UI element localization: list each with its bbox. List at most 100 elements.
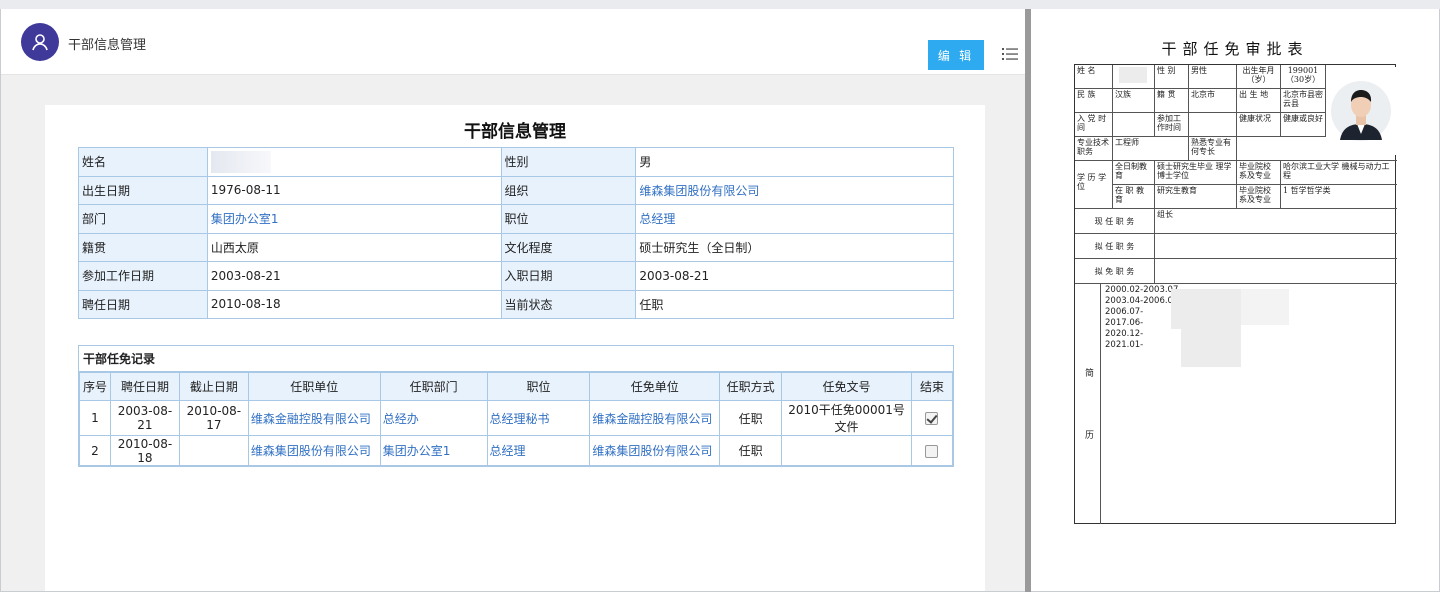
form-label: 性 别 — [1155, 65, 1189, 89]
form-label: 毕业院校系及专业 — [1237, 161, 1281, 185]
form-label: 全日制教育 — [1113, 161, 1155, 185]
approval-preview-panel: 干部任免审批表 姓 名 性 别 男性 出生年月（岁） 199001（30岁） 民… — [1031, 9, 1439, 591]
field-label: 性别 — [500, 147, 637, 177]
form-value: 北京市 — [1189, 89, 1237, 113]
field-value: 2003-08-21 — [206, 261, 502, 291]
dept-link[interactable]: 集团办公室1 — [206, 204, 502, 234]
form-label: 毕业院校系及专业 — [1237, 185, 1281, 209]
field-value: 男 — [635, 147, 954, 177]
field-label: 姓名 — [78, 147, 208, 177]
form-value: 硕士研究生毕业 理学博士学位 — [1155, 161, 1237, 185]
form-label: 拟 任 职 务 — [1075, 234, 1155, 259]
resume-dates: 2000.02-2003.07 2003.04-2006.06 2006.07-… — [1105, 285, 1178, 351]
table-row: 部门 集团办公室1 职位 总经理 — [78, 204, 954, 234]
table-row: 聘任日期 2010-08-18 当前状态 任职 — [78, 289, 954, 319]
field-value: 任职 — [635, 289, 954, 319]
field-label: 入职日期 — [500, 261, 637, 291]
list-menu-icon[interactable] — [1002, 47, 1018, 61]
form-label: 民 族 — [1075, 89, 1113, 113]
unit-link[interactable]: 维森集团股份有限公司 — [247, 435, 381, 466]
form-value — [1155, 259, 1397, 284]
column-header: 截止日期 — [178, 372, 249, 401]
ended-checkbox[interactable] — [925, 412, 939, 425]
table-row: 籍贯 山西太原 文化程度 硕士研究生（全日制） — [78, 232, 954, 262]
info-card: 干部信息管理 姓名 性别 男 出生日期 1976-08-11 组织 维森集团股份… — [45, 105, 985, 591]
post-link[interactable]: 总经理 — [486, 435, 591, 466]
appointment-records: 干部任免记录 序号 聘任日期 截止日期 任职单位 任职部门 职位 任免单位 任职… — [78, 345, 954, 467]
form-label: 出 生 地 — [1237, 89, 1281, 113]
records-title: 干部任免记录 — [79, 346, 953, 372]
column-header: 任职部门 — [379, 372, 488, 401]
unit-link[interactable]: 维森金融控股有限公司 — [247, 400, 381, 436]
resume-label-cell: 简 历 — [1075, 284, 1101, 524]
resume-line: 2000.02-2003.07 — [1105, 285, 1179, 295]
form-value — [1113, 113, 1155, 137]
field-label: 当前状态 — [500, 289, 637, 319]
resume-line: 2020.12- — [1105, 329, 1144, 339]
row-number: 2 — [79, 435, 111, 466]
position-link[interactable]: 总经理 — [635, 204, 954, 234]
form-label: 简 — [1085, 369, 1095, 379]
avatar[interactable] — [21, 23, 59, 61]
form-value: 健康或良好 — [1281, 113, 1326, 137]
end-date: 2010-08-17 — [178, 400, 249, 436]
appoint-unit-link[interactable]: 维森金融控股有限公司 — [589, 400, 721, 436]
field-value: 硕士研究生（全日制） — [635, 232, 954, 262]
redacted-block — [1241, 289, 1289, 325]
form-label: 拟 免 职 务 — [1075, 259, 1155, 284]
field-label: 出生日期 — [78, 175, 208, 205]
field-label: 组织 — [500, 175, 637, 205]
form-value: 工程师 — [1113, 137, 1189, 161]
info-table: 姓名 性别 男 出生日期 1976-08-11 组织 维森集团股份有限公司 部门… — [78, 147, 954, 319]
column-header: 聘任日期 — [109, 372, 180, 401]
table-row: 出生日期 1976-08-11 组织 维森集团股份有限公司 — [78, 175, 954, 205]
field-value: 2010-08-18 — [206, 289, 502, 319]
form-label: 入 党 时 间 — [1075, 113, 1113, 137]
doc-number: 2010干任免00001号文件 — [781, 400, 912, 436]
form-value: 组长 — [1155, 209, 1397, 234]
form-label: 参加工作时间 — [1155, 113, 1189, 137]
form-label: 现 任 职 务 — [1075, 209, 1155, 234]
person-portrait-icon — [1331, 81, 1391, 141]
edit-button[interactable]: 编 辑 — [928, 40, 984, 70]
top-strip — [0, 0, 1440, 9]
user-icon — [32, 34, 48, 51]
doc-number — [781, 435, 912, 466]
dept-link[interactable]: 总经办 — [379, 400, 488, 436]
resume-line: 2021.01- — [1105, 340, 1144, 350]
ended-checkbox[interactable] — [925, 444, 939, 458]
records-table: 序号 聘任日期 截止日期 任职单位 任职部门 职位 任免单位 任职方式 任免文号… — [79, 372, 954, 466]
column-header: 任免单位 — [589, 372, 721, 401]
start-date: 2003-08-21 — [109, 400, 180, 436]
app-title: 干部信息管理 — [68, 38, 147, 53]
org-link[interactable]: 维森集团股份有限公司 — [635, 175, 954, 205]
form-value: 男性 — [1189, 65, 1237, 89]
column-header: 结束 — [910, 372, 954, 401]
column-header: 序号 — [79, 372, 111, 401]
form-label: 在 职 教 育 — [1113, 185, 1155, 209]
app-header: 干部信息管理 编 辑 — [1, 9, 1025, 75]
column-header: 任免文号 — [781, 372, 912, 401]
field-label: 文化程度 — [500, 232, 637, 262]
redacted-block — [1181, 327, 1241, 367]
table-row[interactable]: 2 2010-08-18 维森集团股份有限公司 集团办公室1 总经理 维森集团股… — [79, 435, 954, 466]
form-value: 北京市县密云县 — [1281, 89, 1326, 113]
table-row[interactable]: 1 2003-08-21 2010-08-17 维森金融控股有限公司 总经办 总… — [79, 400, 954, 436]
field-label: 籍贯 — [78, 232, 208, 262]
field-label: 职位 — [500, 204, 637, 234]
portrait-photo — [1326, 67, 1396, 155]
dept-link[interactable]: 集团办公室1 — [379, 435, 488, 466]
row-number: 1 — [79, 400, 111, 436]
post-link[interactable]: 总经理秘书 — [486, 400, 591, 436]
column-header: 职位 — [486, 372, 591, 401]
appoint-unit-link[interactable]: 维森集团股份有限公司 — [589, 435, 721, 466]
field-value: 1976-08-11 — [206, 175, 502, 205]
field-label: 部门 — [78, 204, 208, 234]
method: 任职 — [719, 400, 783, 436]
start-date: 2010-08-18 — [109, 435, 180, 466]
form-title: 干部任免审批表 — [1161, 40, 1309, 58]
left-panel: 干部信息管理 编 辑 干部信息管理 姓名 性别 男 出生日期 1976-08-1… — [1, 9, 1025, 591]
field-value: 山西太原 — [206, 232, 502, 262]
field-label: 参加工作日期 — [78, 261, 208, 291]
column-header: 任职单位 — [247, 372, 381, 401]
